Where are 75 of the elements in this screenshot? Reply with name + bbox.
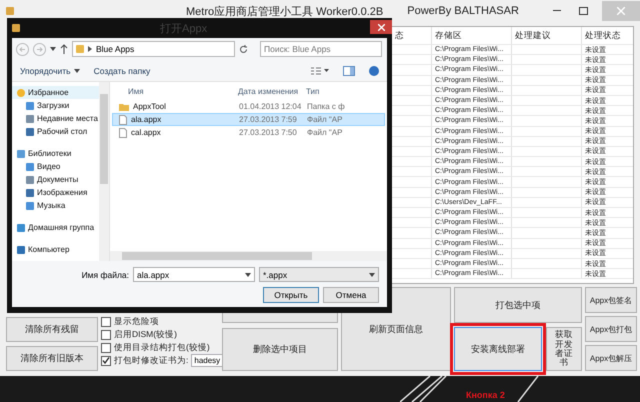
nav-item[interactable]: Недавние места: [12, 112, 99, 125]
file-type: Папка с ф: [307, 102, 345, 111]
option-checkbox[interactable]: 显示危险项: [101, 315, 219, 328]
address-bar[interactable]: Blue Apps: [72, 41, 235, 57]
toolbar-button[interactable]: Упорядочить: [20, 66, 80, 76]
action-button[interactable]: 删除选中项目: [222, 328, 338, 371]
file-type: Файл "AP: [307, 115, 342, 124]
option-checkbox[interactable]: 打包时修改证书为: hadesy: [101, 354, 219, 367]
column-header[interactable]: Тип: [306, 86, 320, 96]
nav-item[interactable]: Домашняя группа: [12, 221, 99, 234]
nav-item[interactable]: Музыка: [12, 199, 99, 212]
help-icon[interactable]: [369, 66, 379, 76]
nav-item[interactable]: Компьютер: [12, 243, 99, 256]
caret-icon: [50, 47, 56, 51]
file-type: Файл "AP: [307, 128, 342, 137]
close-icon: [378, 24, 384, 30]
action-button[interactable]: Appx包签名: [585, 287, 637, 313]
scrollbar[interactable]: [110, 251, 387, 261]
file-date: 27.03.2013 7:50: [239, 128, 297, 137]
file-date: 01.04.2013 12:04: [239, 102, 302, 111]
file-row[interactable]: ala.appx 27.03.2013 7:59 Файл "AP: [112, 113, 385, 126]
file-row[interactable]: AppxTool 01.04.2013 12:04 Папка с ф: [112, 100, 385, 113]
caret-icon: [74, 68, 80, 72]
app-icon: [12, 24, 20, 32]
preview-pane-icon[interactable]: [343, 66, 355, 76]
minimize-icon: [553, 10, 561, 12]
caret-icon: [369, 272, 375, 276]
nav-item[interactable]: Загрузки: [12, 99, 99, 112]
column-header[interactable]: 处理状态: [582, 27, 633, 44]
option-checkbox[interactable]: 启用DISM(较慢): [101, 328, 219, 341]
column-header[interactable]: Дата изменения: [238, 86, 298, 96]
action-button[interactable]: 清除所有旧版本: [6, 346, 98, 371]
file-name: cal.appx: [131, 128, 161, 137]
file-name: AppxTool: [133, 102, 166, 111]
nav-icon: [17, 246, 25, 254]
credit-text: PowerBy BALTHASAR: [407, 5, 519, 17]
dialog-button[interactable]: Открыть: [263, 287, 319, 303]
option-checkbox[interactable]: 使用目录结构打包(较慢): [101, 341, 219, 354]
maximize-icon: [578, 7, 588, 15]
file-name-field[interactable]: ala.appx: [133, 267, 255, 282]
action-button[interactable]: 获取开发者证书: [546, 327, 582, 371]
file-name: ala.appx: [131, 115, 162, 124]
toolbar-button[interactable]: Создать папку: [94, 66, 150, 76]
caret-icon: [245, 272, 251, 276]
chevron-icon: [88, 46, 92, 52]
file-date: 27.03.2013 7:59: [239, 115, 297, 124]
scrollbar[interactable]: [99, 82, 109, 261]
action-button[interactable]: Appx包打包: [585, 316, 637, 342]
nav-item[interactable]: Документы: [12, 173, 99, 186]
action-button[interactable]: 清除所有残留: [6, 317, 98, 342]
app-icon: [6, 7, 14, 15]
nav-item[interactable]: Избранное: [12, 86, 99, 99]
view-options-icon[interactable]: [311, 66, 329, 74]
nav-item[interactable]: Изображения: [12, 186, 99, 199]
file-name-label: Имя файла:: [82, 270, 129, 280]
dialog-button[interactable]: Отмена: [323, 287, 379, 303]
nav-icon: [17, 224, 25, 232]
action-button[interactable]: Appx包解压: [585, 345, 637, 371]
annotation-label: Кнопка 2: [466, 390, 505, 400]
nav-item[interactable]: Видео: [12, 160, 99, 173]
column-header[interactable]: 存储区: [432, 27, 512, 44]
search-field[interactable]: Поиск: Blue Apps: [260, 41, 382, 57]
refresh-icon[interactable]: [239, 44, 248, 54]
file-type-dropdown[interactable]: *.appx: [259, 267, 379, 282]
window-title: Metro应用商店管理小工具 Worker0.0.2B: [186, 4, 384, 18]
column-header[interactable]: Имя: [128, 86, 144, 96]
close-button[interactable]: [370, 20, 392, 34]
nav-item[interactable]: Рабочий стол: [12, 125, 99, 138]
checkmark-icon: [102, 357, 110, 364]
up-arrow-icon[interactable]: [60, 44, 68, 54]
column-header[interactable]: 处理建议: [512, 27, 582, 44]
action-button[interactable]: 打包选中项: [454, 287, 582, 323]
nav-item[interactable]: Библиотеки: [12, 147, 99, 160]
file-row[interactable]: cal.appx 27.03.2013 7:50 Файл "AP: [112, 126, 385, 139]
close-icon: [617, 7, 625, 15]
